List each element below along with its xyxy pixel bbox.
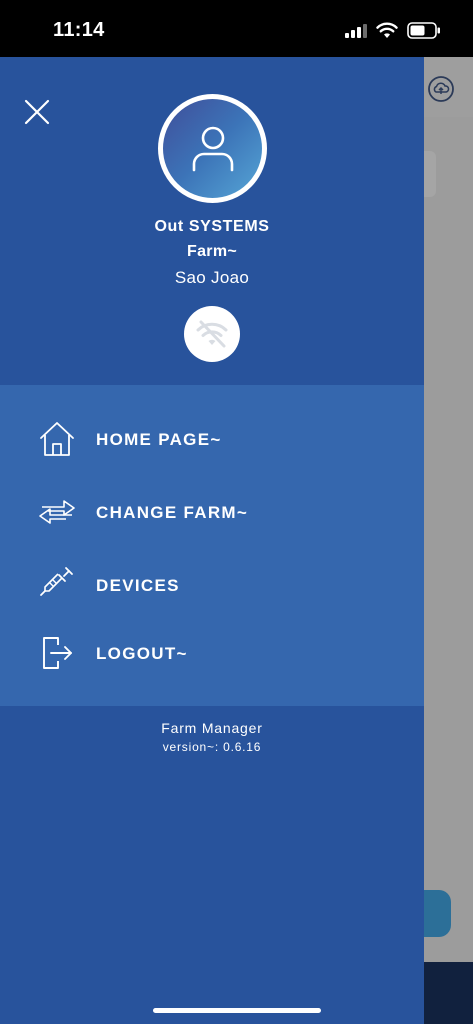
swap-arrows-icon — [37, 492, 77, 532]
menu-item-home-page[interactable]: HOME PAGE~ — [0, 409, 424, 469]
background-app-overlay[interactable] — [404, 57, 473, 1024]
menu-item-change-farm[interactable]: CHANGE FARM~ — [0, 482, 424, 542]
home-indicator[interactable] — [153, 1008, 321, 1013]
syringe-icon — [37, 563, 77, 603]
menu-label-logout: LOGOUT~ — [96, 644, 188, 663]
avatar — [158, 94, 267, 203]
connection-status-badge — [184, 306, 240, 362]
background-footer — [424, 962, 473, 1024]
user-icon — [192, 126, 233, 171]
logout-icon — [37, 633, 77, 673]
menu-label-devices: DEVICES — [96, 576, 180, 595]
app-name: Farm Manager — [161, 720, 263, 736]
wifi-icon — [376, 22, 398, 38]
cloud-sync-icon — [428, 76, 454, 102]
cellular-signal-icon — [345, 24, 367, 38]
status-time: 11:14 — [53, 19, 105, 41]
farm-name: Farm~ — [187, 243, 237, 260]
home-icon — [37, 419, 77, 459]
drawer-menu: HOME PAGE~ CHANGE FARM~ DEVICES LOGOUT~ — [0, 385, 424, 706]
wifi-off-icon — [196, 320, 228, 348]
menu-item-devices[interactable]: DEVICES — [0, 555, 424, 615]
farm-location: Sao Joao — [174, 268, 250, 287]
background-header — [424, 57, 473, 117]
app-version: version~: 0.6.16 — [162, 740, 262, 754]
status-bar: 11:14 — [0, 0, 473, 57]
battery-icon — [407, 22, 440, 39]
menu-label-home-page: HOME PAGE~ — [96, 430, 222, 449]
menu-label-change-farm: CHANGE FARM~ — [96, 503, 249, 522]
menu-item-logout[interactable]: LOGOUT~ — [0, 625, 424, 685]
company-name: Out SYSTEMS — [154, 218, 270, 235]
navigation-drawer: Out SYSTEMS Farm~ Sao Joao HOME PAGE~ CH… — [0, 57, 424, 1024]
close-icon[interactable] — [22, 97, 52, 127]
